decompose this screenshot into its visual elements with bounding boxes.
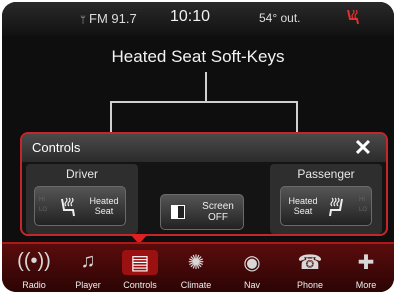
heated-seat-icon — [325, 196, 349, 223]
radio-station: FM 91.7 — [89, 11, 137, 26]
phone-icon: ☎ — [297, 252, 323, 274]
controls-icon: ▤ — [122, 250, 158, 275]
level-indicator-hi: HI — [359, 197, 365, 203]
level-indicator-lo: LO — [359, 207, 368, 213]
nav-climate[interactable]: ✺ Climate — [172, 244, 220, 292]
head-unit-screen: ᛘ FM 91.7 10:10 54° out. Heated Seat Soft… — [2, 2, 394, 292]
controls-panel: Controls ✕ Driver HI LO Heated Seat Pass… — [20, 132, 388, 236]
passenger-heated-seat-label: Heated Seat — [288, 196, 318, 216]
nav-more[interactable]: ✚ More — [342, 244, 390, 292]
level-indicator-lo: LO — [39, 207, 48, 213]
panel-header: Controls ✕ — [22, 134, 386, 162]
driver-heated-seat-button[interactable]: HI LO Heated Seat — [34, 186, 126, 226]
panel-title: Controls — [32, 140, 81, 155]
nav-nav[interactable]: ◉ Nav — [228, 244, 276, 292]
antenna-icon: ᛘ — [80, 15, 86, 26]
passenger-label: Passenger — [297, 167, 355, 181]
radio-status[interactable]: ᛘ FM 91.7 — [80, 11, 137, 26]
nav-controls[interactable]: ▤ Controls — [116, 244, 164, 292]
nav-radio[interactable]: ((•)) Radio — [10, 244, 58, 292]
radio-icon: ((•)) — [17, 250, 51, 272]
nav-player[interactable]: ♫ Player — [64, 244, 112, 292]
screen-off-button[interactable]: Screen OFF — [160, 194, 244, 230]
level-indicator-hi: HI — [39, 197, 45, 203]
heated-seat-indicator-icon — [344, 8, 362, 31]
status-bar: ᛘ FM 91.7 10:10 54° out. — [2, 2, 394, 36]
heated-seat-icon — [55, 196, 79, 223]
more-icon: ✚ — [357, 252, 375, 274]
player-icon: ♫ — [80, 250, 96, 272]
annotation-line — [110, 101, 298, 103]
screen-off-label: Screen OFF — [202, 201, 234, 223]
close-button[interactable]: ✕ — [340, 134, 386, 162]
nav-phone[interactable]: ☎ Phone — [286, 244, 334, 292]
nav-icon: ◉ — [243, 252, 261, 274]
bottom-nav: ((•)) Radio ♫ Player ▤ Controls ✺ Climat… — [2, 242, 394, 292]
climate-icon: ✺ — [187, 252, 205, 274]
annotation-label: Heated Seat Soft-Keys — [111, 47, 285, 66]
annotation-line — [205, 72, 207, 102]
passenger-heated-seat-button[interactable]: Heated Seat HI LO — [280, 186, 372, 226]
passenger-zone: Passenger Heated Seat HI LO — [270, 164, 382, 234]
driver-label: Driver — [66, 167, 98, 181]
outside-temperature: 54° out. — [259, 11, 301, 25]
clock: 10:10 — [170, 8, 211, 25]
driver-zone: Driver HI LO Heated Seat — [26, 164, 138, 234]
driver-heated-seat-label: Heated Seat — [89, 196, 119, 216]
screen-icon — [171, 205, 185, 219]
